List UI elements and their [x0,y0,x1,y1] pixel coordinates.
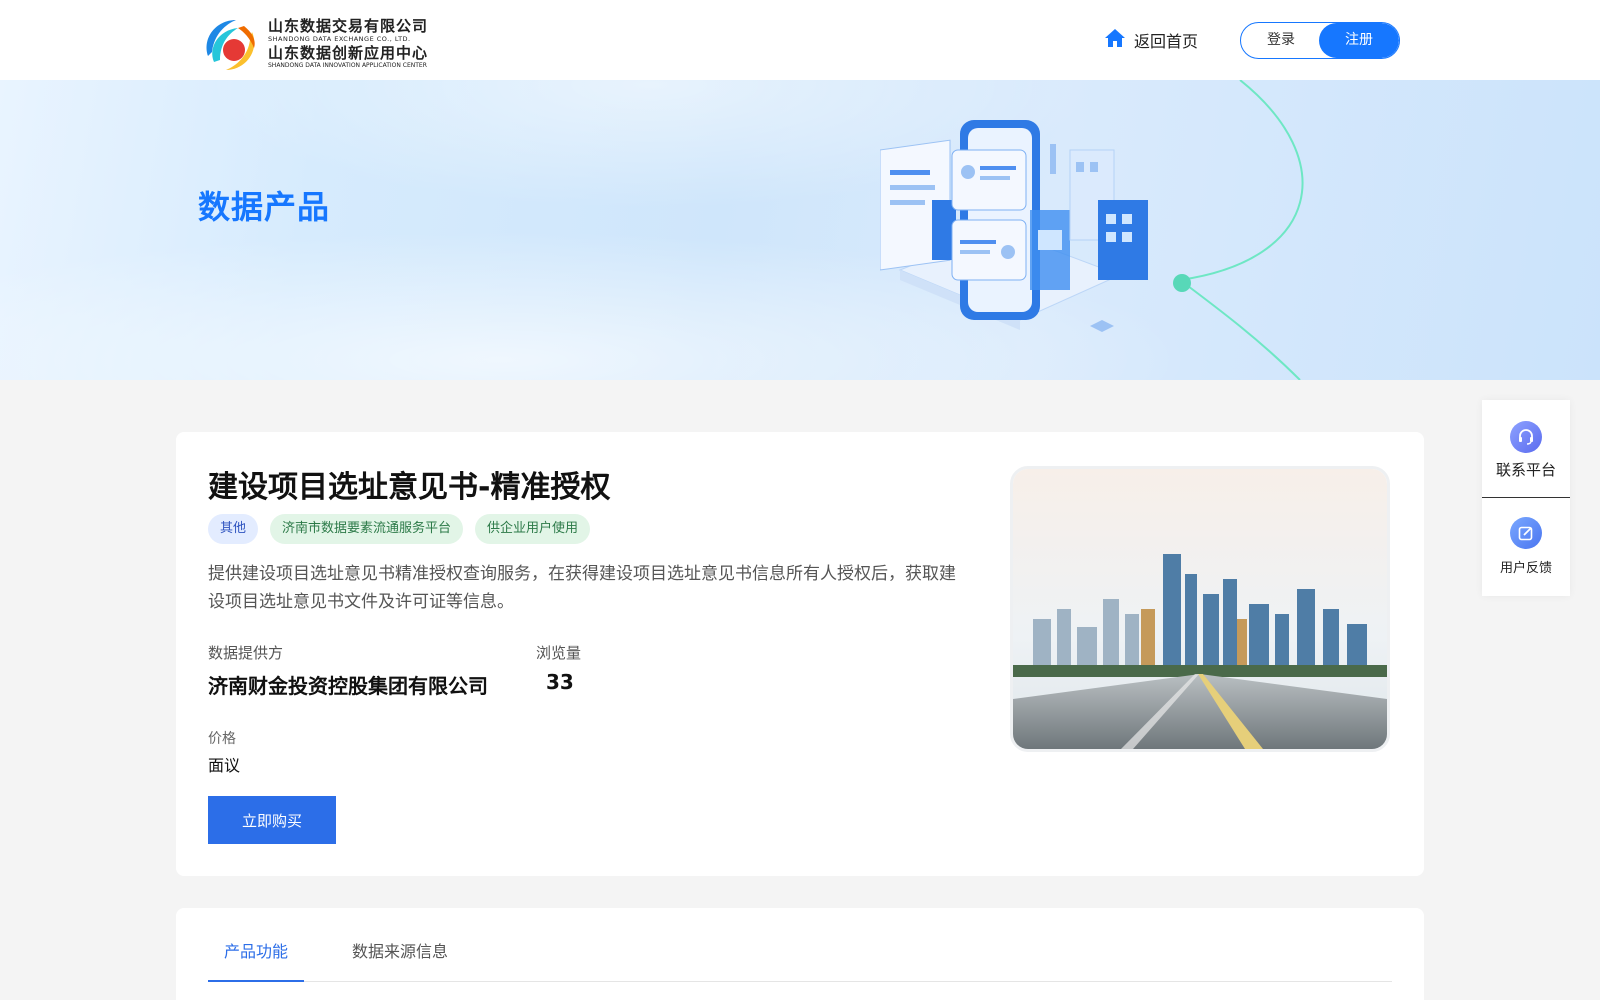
product-tags: 其他 济南市数据要素流通服务平台 供企业用户使用 [208,514,591,544]
logo-text: 山东数据交易有限公司 SHANDONG DATA EXCHANGE CO., L… [268,19,428,69]
top-header: 山东数据交易有限公司 SHANDONG DATA EXCHANGE CO., L… [0,0,1600,80]
home-link[interactable]: 返回首页 [1104,28,1198,52]
logo-center-en: SHANDONG DATA INNOVATION APPLICATION CEN… [268,61,427,69]
banner-title: 数据产品 [198,188,331,226]
logo-center-cn: 山东数据创新应用中心 [268,43,429,62]
views-label: 浏览量 [536,644,582,662]
logo-name-cn: 山东数据交易有限公司 [268,17,429,36]
product-description: 提供建设项目选址意见书精准授权查询服务，在获得建设项目选址意见书信息所有人授权后… [208,564,956,612]
side-float-panel: 联系平台 用户反馈 [1482,400,1570,596]
detail-tabs-card: 产品功能 数据来源信息 [176,908,1424,1000]
tag-category: 其他 [208,514,259,544]
product-image [1010,466,1390,752]
login-button[interactable]: 登录 [1241,23,1321,58]
product-card: 建设项目选址意见书-精准授权 其他 济南市数据要素流通服务平台 供企业用户使用 … [176,432,1424,876]
user-feedback-button[interactable]: 用户反馈 [1482,498,1570,596]
page-banner: 数据产品 [0,80,1600,380]
contact-platform-label: 联系平台 [1495,461,1556,479]
product-title: 建设项目选址意见书-精准授权 [208,470,611,505]
detail-tabs: 产品功能 数据来源信息 [208,932,1392,982]
tag-platform: 济南市数据要素流通服务平台 [270,514,464,544]
user-feedback-label: 用户反馈 [1499,561,1552,576]
provider-value: 济南财金投资控股集团有限公司 [208,674,488,698]
banner-illustration [879,80,1340,380]
contact-platform-button[interactable]: 联系平台 [1482,400,1570,498]
home-label: 返回首页 [1134,32,1199,51]
tab-product-function[interactable]: 产品功能 [208,932,304,982]
headset-icon [1510,421,1542,453]
provider-label: 数据提供方 [208,644,284,662]
logo-name-en: SHANDONG DATA EXCHANGE CO., LTD. [268,35,411,44]
price-label: 价格 [208,731,236,747]
home-icon [1104,28,1126,52]
price-value: 面议 [208,756,241,775]
auth-buttons: 登录 注册 [1240,22,1400,59]
tag-audience: 供企业用户使用 [475,514,591,544]
edit-icon [1510,517,1542,549]
tab-data-source[interactable]: 数据来源信息 [336,932,464,982]
register-button[interactable]: 注册 [1319,23,1399,58]
logo-mark-icon [198,12,262,76]
buy-now-button[interactable]: 立即购买 [208,796,336,844]
views-value: 33 [546,670,574,694]
company-logo[interactable]: 山东数据交易有限公司 SHANDONG DATA EXCHANGE CO., L… [198,12,460,76]
